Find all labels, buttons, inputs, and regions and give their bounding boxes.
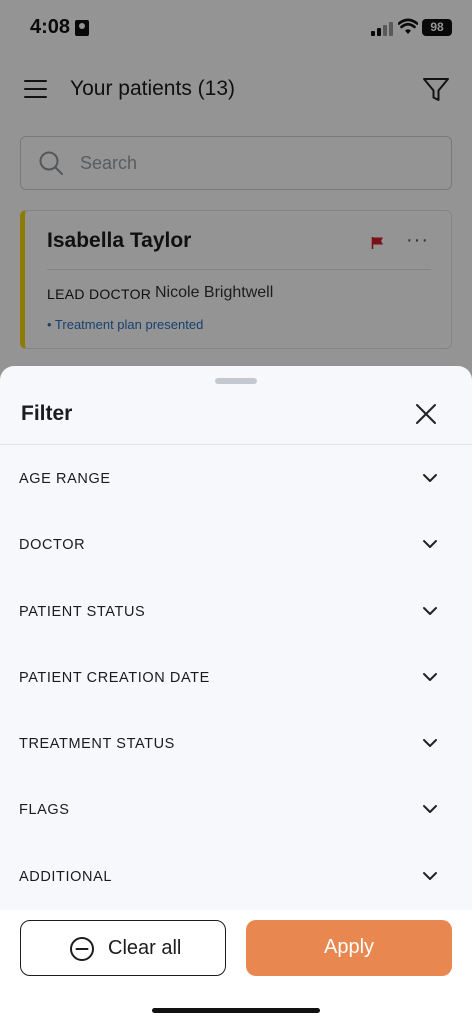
filter-patient-creation-date[interactable]: PATIENT CREATION DATE [0, 644, 472, 710]
filter-label: PATIENT STATUS [19, 603, 146, 620]
filter-flags[interactable]: FLAGS [0, 776, 472, 842]
chevron-down-icon [423, 805, 437, 814]
clear-all-button[interactable]: Clear all [20, 920, 226, 976]
minus-circle-icon [70, 937, 94, 961]
chevron-down-icon [423, 739, 437, 748]
filter-sheet: Filter AGE RANGE DOCTOR PATIENT STATUS P… [0, 366, 472, 1024]
sheet-footer: Clear all Apply [0, 910, 472, 1024]
chevron-down-icon [423, 474, 437, 482]
chevron-down-icon [423, 540, 437, 549]
sheet-drag-handle[interactable] [215, 378, 257, 384]
filter-list: AGE RANGE DOCTOR PATIENT STATUS PATIENT … [0, 445, 472, 909]
chevron-down-icon [423, 606, 437, 615]
apply-label: Apply [323, 936, 375, 958]
sheet-title: Filter [21, 402, 73, 425]
close-icon[interactable] [413, 401, 439, 427]
filter-additional[interactable]: ADDITIONAL [0, 843, 472, 909]
filter-label: DOCTOR [19, 537, 86, 554]
filter-doctor[interactable]: DOCTOR [0, 511, 472, 577]
filter-label: PATIENT CREATION DATE [19, 669, 210, 686]
filter-label: ADDITIONAL [19, 868, 113, 885]
clear-all-label: Clear all [108, 937, 182, 959]
chevron-down-icon [423, 672, 437, 681]
home-indicator [152, 1008, 320, 1013]
filter-label: AGE RANGE [19, 471, 111, 487]
filter-patient-status[interactable]: PATIENT STATUS [0, 578, 472, 644]
filter-label: FLAGS [19, 802, 70, 819]
filter-age-range[interactable]: AGE RANGE [0, 445, 472, 511]
filter-treatment-status[interactable]: TREATMENT STATUS [0, 710, 472, 776]
filter-label: TREATMENT STATUS [19, 736, 175, 753]
apply-button[interactable]: Apply [246, 920, 452, 976]
chevron-down-icon [423, 871, 437, 880]
